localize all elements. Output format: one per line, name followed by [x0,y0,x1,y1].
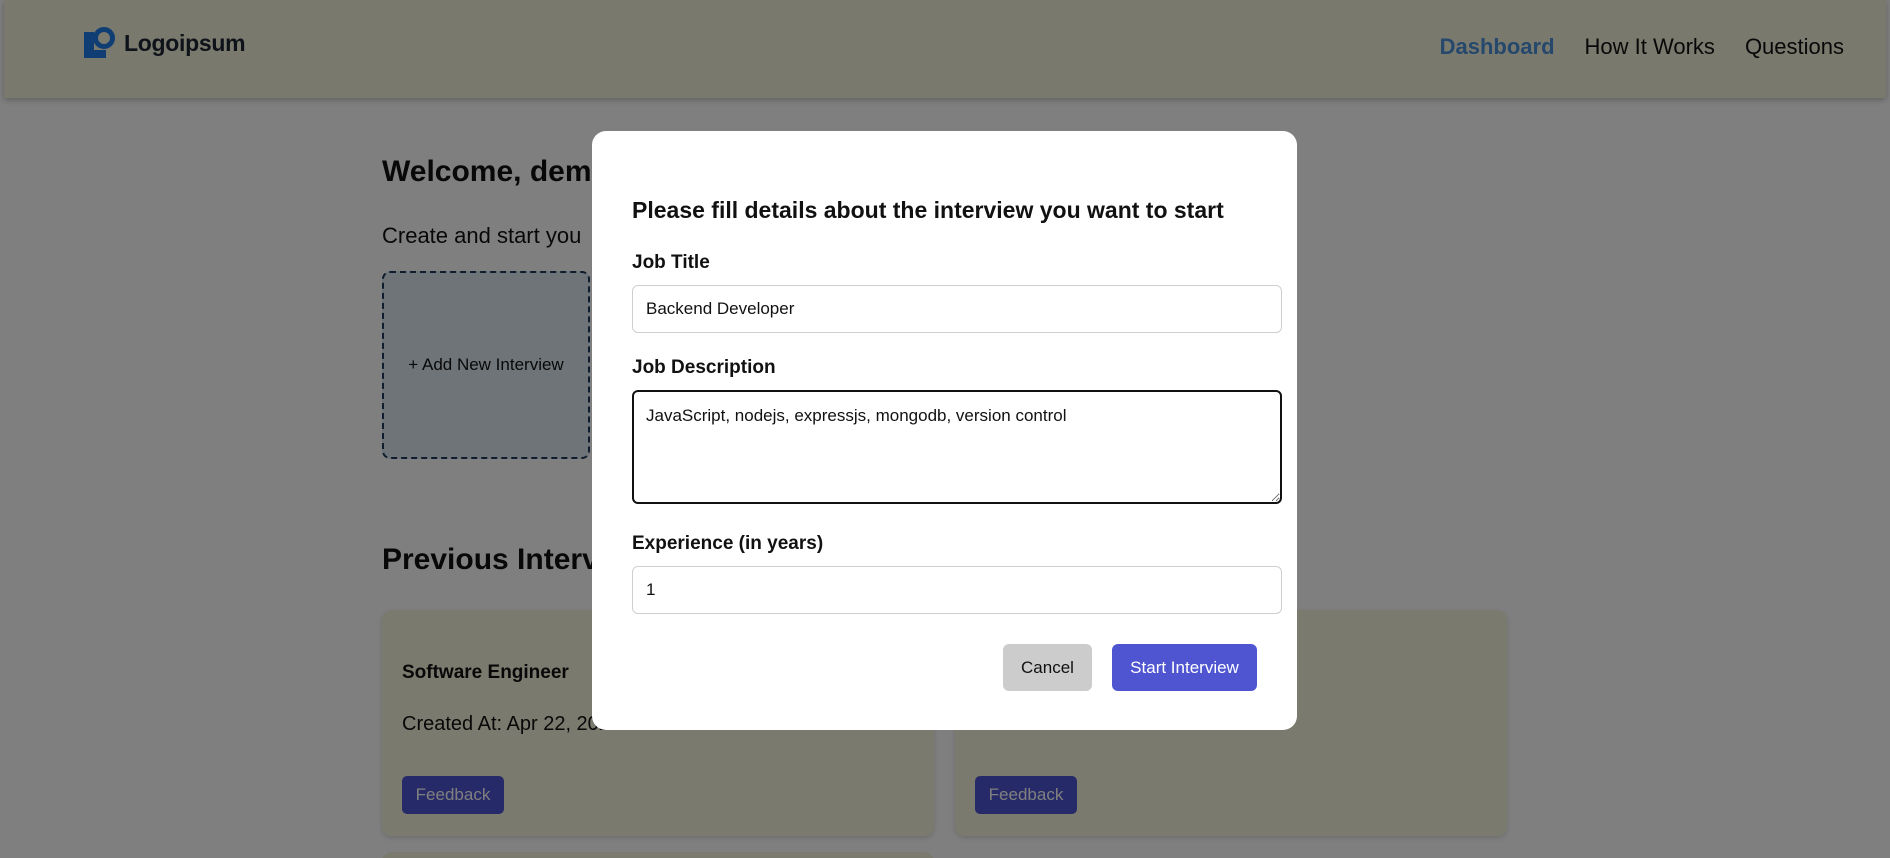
experience-label: Experience (in years) [632,533,824,554]
job-title-label: Job Title [632,252,710,273]
start-interview-button[interactable]: Start Interview [1112,644,1257,691]
job-description-label: Job Description [632,357,776,378]
experience-input[interactable] [632,566,1282,614]
job-description-textarea[interactable]: JavaScript, nodejs, expressjs, mongodb, … [632,390,1282,504]
start-interview-modal: Please fill details about the interview … [592,131,1297,730]
modal-title: Please fill details about the interview … [632,197,1224,223]
job-title-input[interactable] [632,285,1282,333]
cancel-button[interactable]: Cancel [1003,644,1092,691]
